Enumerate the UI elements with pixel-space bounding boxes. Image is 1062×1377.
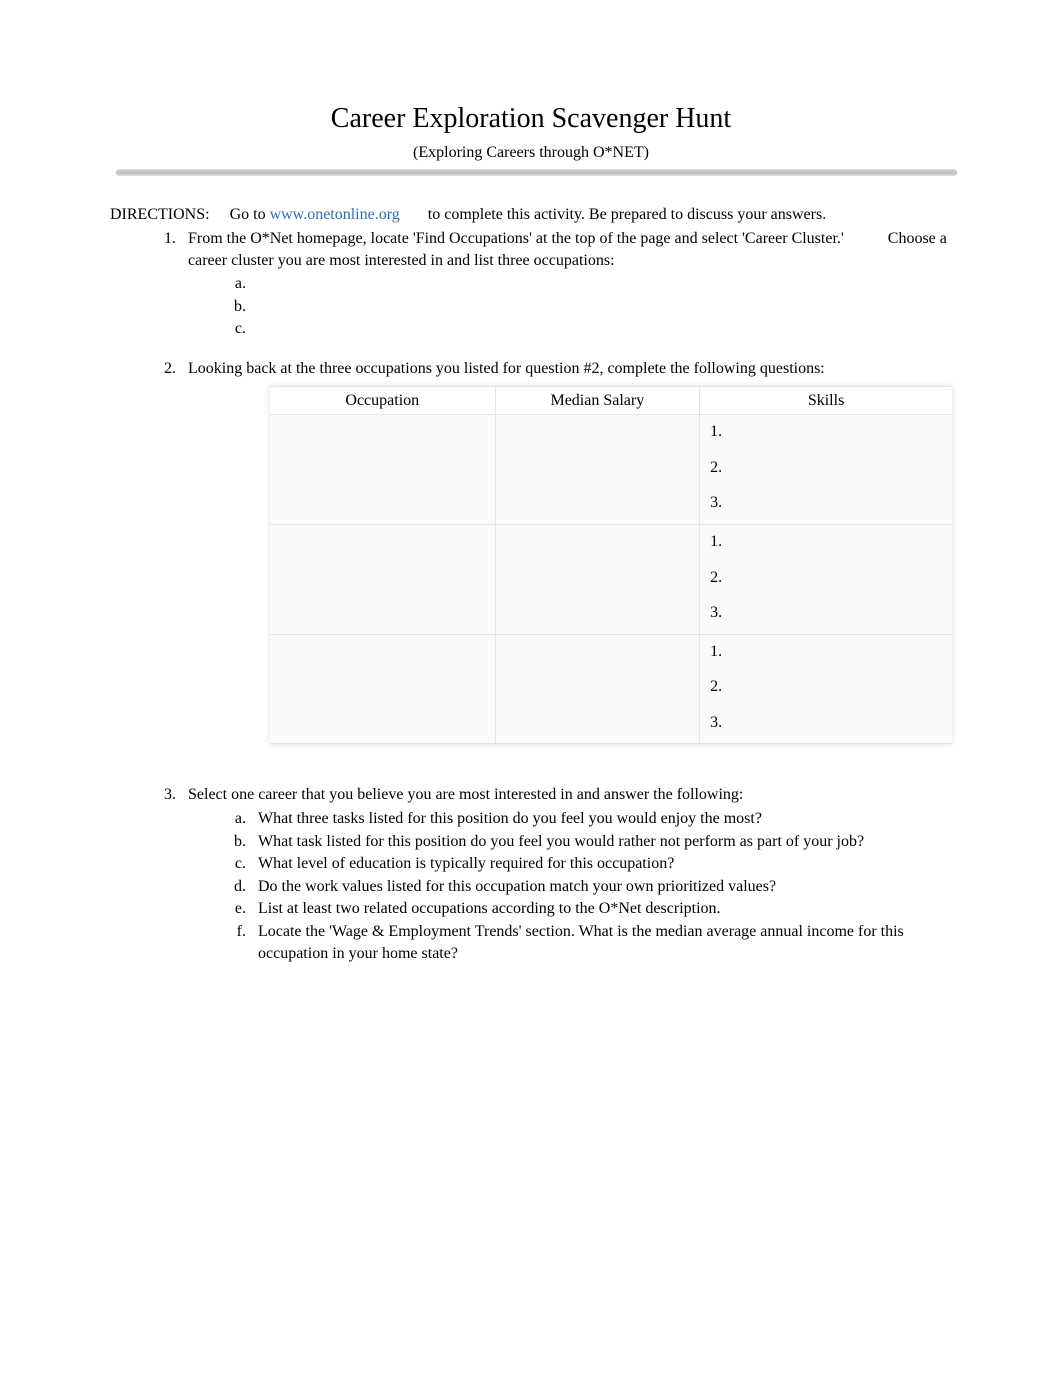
- q1-item-c: [250, 318, 952, 340]
- main-question-list: From the O*Net homepage, locate 'Find Oc…: [110, 228, 952, 380]
- question-1-text-a: From the O*Net homepage, locate 'Find Oc…: [188, 230, 844, 247]
- question-1: From the O*Net homepage, locate 'Find Oc…: [180, 228, 952, 340]
- question-1-sublist: [188, 273, 952, 340]
- table-row: 1. 2. 3.: [270, 415, 952, 525]
- skill-label: 2.: [710, 457, 942, 479]
- table-header-row: Occupation Median Salary Skills: [270, 386, 952, 415]
- skill-label: 1.: [710, 641, 942, 663]
- occupation-table-wrap: Occupation Median Salary Skills 1. 2. 3.…: [240, 386, 952, 745]
- title-divider: [116, 169, 957, 176]
- cell-skills-1: 1. 2. 3.: [700, 415, 952, 525]
- skill-label: 3.: [710, 712, 942, 734]
- q3-item-c: What level of education is typically req…: [250, 853, 952, 875]
- cell-salary-3: [495, 634, 700, 744]
- directions-goto: Go to: [230, 206, 270, 223]
- q1-item-a: [250, 273, 952, 295]
- main-question-list-cont: Select one career that you believe you a…: [110, 784, 952, 964]
- cell-salary-1: [495, 415, 700, 525]
- cell-skills-2: 1. 2. 3.: [700, 524, 952, 634]
- onet-link[interactable]: www.onetonline.org: [270, 206, 400, 223]
- directions-paragraph: DIRECTIONS: Go to www.onetonline.org to …: [110, 204, 952, 226]
- table-row: 1. 2. 3.: [270, 634, 952, 744]
- skill-label: 2.: [710, 676, 942, 698]
- directions-tail: to complete this activity. Be prepared t…: [424, 206, 826, 223]
- header-skills: Skills: [700, 386, 952, 415]
- skill-label: 3.: [710, 602, 942, 624]
- cell-occupation-3: [270, 634, 495, 744]
- skill-label: 3.: [710, 492, 942, 514]
- q3-item-e: List at least two related occupations ac…: [250, 898, 952, 920]
- q3-item-b: What task listed for this position do yo…: [250, 831, 952, 853]
- cell-occupation-1: [270, 415, 495, 525]
- directions-label: DIRECTIONS:: [110, 206, 210, 223]
- q3-item-d: Do the work values listed for this occup…: [250, 876, 952, 898]
- document-title: Career Exploration Scavenger Hunt: [110, 100, 952, 138]
- cell-salary-2: [495, 524, 700, 634]
- table-row: 1. 2. 3.: [270, 524, 952, 634]
- header-occupation: Occupation: [270, 386, 495, 415]
- skill-label: 1.: [710, 531, 942, 553]
- q1-item-b: [250, 296, 952, 318]
- question-3: Select one career that you believe you a…: [180, 784, 952, 964]
- q3-item-a: What three tasks listed for this positio…: [250, 808, 952, 830]
- question-3-text: Select one career that you believe you a…: [188, 786, 743, 803]
- cell-skills-3: 1. 2. 3.: [700, 634, 952, 744]
- header-median-salary: Median Salary: [495, 386, 700, 415]
- occupation-table: Occupation Median Salary Skills 1. 2. 3.…: [270, 386, 952, 745]
- document-subtitle: (Exploring Careers through O*NET): [110, 142, 952, 164]
- question-2-text: Looking back at the three occupations yo…: [188, 360, 825, 377]
- skill-label: 2.: [710, 567, 942, 589]
- cell-occupation-2: [270, 524, 495, 634]
- question-3-sublist: What three tasks listed for this positio…: [188, 808, 952, 964]
- question-2: Looking back at the three occupations yo…: [180, 358, 952, 380]
- skill-label: 1.: [710, 421, 942, 443]
- q3-item-f: Locate the 'Wage & Employment Trends' se…: [250, 921, 952, 964]
